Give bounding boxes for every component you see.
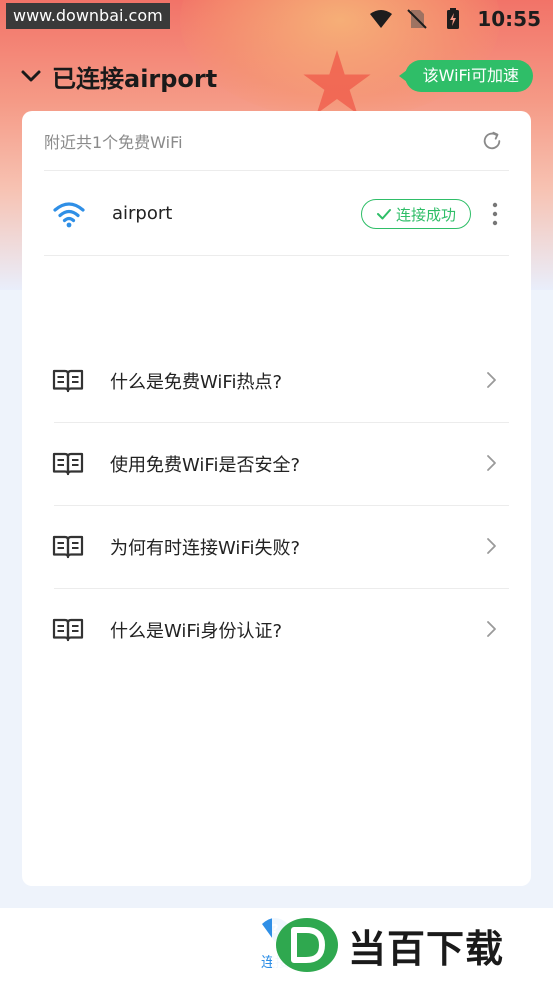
wifi-signal-icon (370, 10, 393, 28)
status-time: 10:55 (477, 7, 541, 31)
faq-item[interactable]: 什么是WiFi身份认证? (44, 588, 509, 671)
faq-question: 什么是WiFi身份认证? (110, 620, 283, 642)
connected-status-text: 连接成功 (395, 205, 456, 224)
faq-item[interactable]: 什么是免费WiFi热点? (44, 339, 509, 422)
logo-text: 当百下载 (348, 926, 505, 971)
status-icons: 10:55 (369, 6, 541, 32)
chevron-down-icon[interactable] (20, 65, 42, 87)
nearby-count-text: 附近共1个免费WiFi (44, 132, 183, 152)
faq-question: 什么是免费WiFi热点? (110, 371, 283, 393)
nearby-header: 附近共1个免费WiFi (44, 111, 509, 171)
title-row: 已连接airport 该WiFi可加速 (20, 58, 533, 94)
check-icon (376, 209, 391, 220)
faq-list: 什么是免费WiFi热点? 使用免费WiFi是否安全? 为何有时连接WiFi失败?… (44, 339, 509, 671)
wifi-icon (53, 201, 85, 227)
chevron-right-icon (487, 455, 496, 471)
site-watermark: www.downbai.com (6, 3, 170, 29)
chevron-right-icon (487, 372, 496, 388)
battery-charging-icon (447, 8, 460, 29)
more-vertical-icon[interactable] (487, 201, 503, 227)
faq-question: 使用免费WiFi是否安全? (110, 454, 301, 476)
status-bar: www.downbai.com 10:55 (0, 0, 553, 36)
book-icon (52, 618, 84, 641)
faq-question: 为何有时连接WiFi失败? (110, 537, 301, 559)
speed-up-badge[interactable]: 该WiFi可加速 (398, 60, 533, 92)
wifi-network-name: airport (112, 203, 173, 224)
page-title: 已连接airport (52, 64, 218, 93)
faq-item[interactable]: 使用免费WiFi是否安全? (44, 422, 509, 505)
book-icon (52, 535, 84, 558)
book-icon (52, 369, 84, 392)
connected-status-badge: 连接成功 (361, 199, 471, 229)
faq-item[interactable]: 为何有时连接WiFi失败? (44, 505, 509, 588)
chevron-right-icon (487, 538, 496, 554)
book-icon (52, 452, 84, 475)
d-logo-icon (276, 918, 338, 972)
logo-watermark: 当百下载 (272, 911, 550, 979)
no-sim-icon (407, 9, 428, 29)
refresh-icon[interactable] (481, 130, 503, 152)
wifi-network-row[interactable]: airport 连接成功 (44, 172, 509, 256)
wifi-card: 附近共1个免费WiFi airport 连接成功 什么是免费WiFi热点? 使用… (22, 111, 531, 886)
chevron-right-icon (487, 621, 496, 637)
